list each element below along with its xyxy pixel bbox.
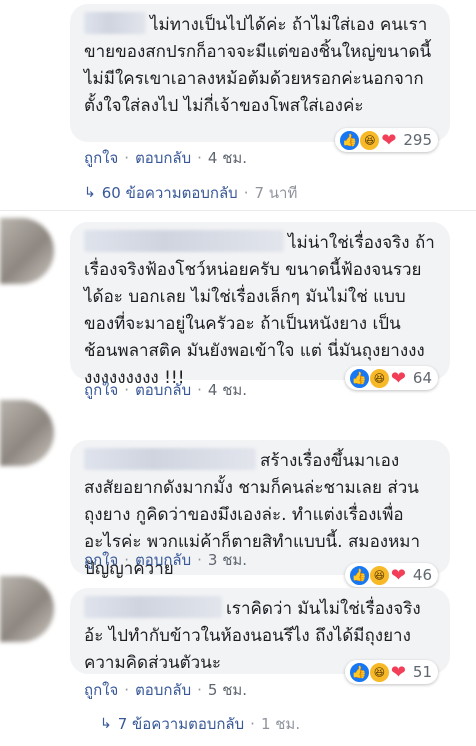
love-reaction-icon: ❤ [379,129,399,151]
reply-link[interactable]: ตอบกลับ [135,548,191,572]
like-link[interactable]: ถูกใจ [84,378,118,402]
comment-time[interactable]: 5 ชม. [208,678,247,702]
like-link[interactable]: ถูกใจ [84,678,118,702]
like-reaction-icon: 👍 [348,564,370,586]
reaction-summary[interactable]: 👍 😆 ❤ 295 [335,128,438,152]
reply-link[interactable]: ตอบกลับ [135,678,191,702]
author-name-redacted[interactable] [84,230,284,252]
avatar[interactable] [0,218,54,284]
reaction-count: 295 [403,131,432,149]
comment-time[interactable]: 4 ชม. [208,378,247,402]
separator-dot: · [124,681,130,699]
separator-dot: · [250,715,255,733]
comment-bubble: ไม่ทางเป็นไปได้ค่ะ ถ้าไม่ใส่เอง คนเราขาย… [70,4,450,152]
author-name-redacted[interactable] [84,448,256,470]
haha-reaction-icon: 😆 [368,661,390,683]
reaction-summary[interactable]: 👍 😆 ❤ 64 [344,366,438,390]
avatar[interactable] [0,400,54,466]
avatar[interactable] [0,576,54,642]
separator-dot: · [124,149,130,167]
haha-reaction-icon: 😆 [368,367,390,389]
divider [0,210,476,211]
reaction-summary[interactable]: 👍 😆 ❤ 46 [344,563,438,587]
author-name-redacted[interactable] [84,596,222,618]
like-reaction-icon: 👍 [339,129,361,151]
comment-bubble: เราคิดว่า มันไม่ใช่เรื่องจริงอ้ะ ไปทำกับ… [70,588,450,684]
reply-time: 7 นาที [254,184,298,202]
reply-time: 1 ชม. [260,715,301,733]
like-reaction-icon: 👍 [348,367,370,389]
separator-dot: · [197,149,202,167]
reply-link[interactable]: ตอบกลับ [135,378,191,402]
separator-dot: · [243,184,249,202]
reply-link[interactable]: ตอบกลับ [135,146,191,170]
reaction-count: 51 [412,663,432,681]
separator-dot: · [197,381,202,399]
reaction-count: 64 [412,369,432,387]
reaction-count: 46 [412,566,432,584]
author-name-redacted[interactable] [84,12,146,34]
separator-dot: · [124,381,130,399]
separator-dot: · [197,681,202,699]
view-replies-link[interactable]: 7 ข้อความตอบกลับ [118,712,244,736]
love-reaction-icon: ❤ [388,661,408,683]
like-link[interactable]: ถูกใจ [84,548,118,572]
reply-arrow-icon: ↳ [84,185,96,201]
like-reaction-icon: 👍 [348,661,370,683]
haha-reaction-icon: 😆 [368,564,390,586]
like-link[interactable]: ถูกใจ [84,146,118,170]
comment-time[interactable]: 4 ชม. [208,146,247,170]
separator-dot: · [124,551,130,569]
comment-bubble: ไม่น่าใช่เรื่องจริง ถ้าเรื่องจริงฟ้องโชว… [70,222,450,390]
view-replies-link[interactable]: 60 ข้อความตอบกลับ [102,181,238,205]
reply-arrow-icon: ↳ [100,716,112,732]
separator-dot: · [197,551,202,569]
haha-reaction-icon: 😆 [359,129,381,151]
comment-time[interactable]: 3 ชม. [208,548,247,572]
love-reaction-icon: ❤ [388,367,408,389]
comment-text: ไม่ทางเป็นไปได้ค่ะ ถ้าไม่ใส่เอง คนเราขาย… [84,12,436,120]
reaction-summary[interactable]: 👍 😆 ❤ 51 [344,660,438,684]
love-reaction-icon: ❤ [388,564,408,586]
